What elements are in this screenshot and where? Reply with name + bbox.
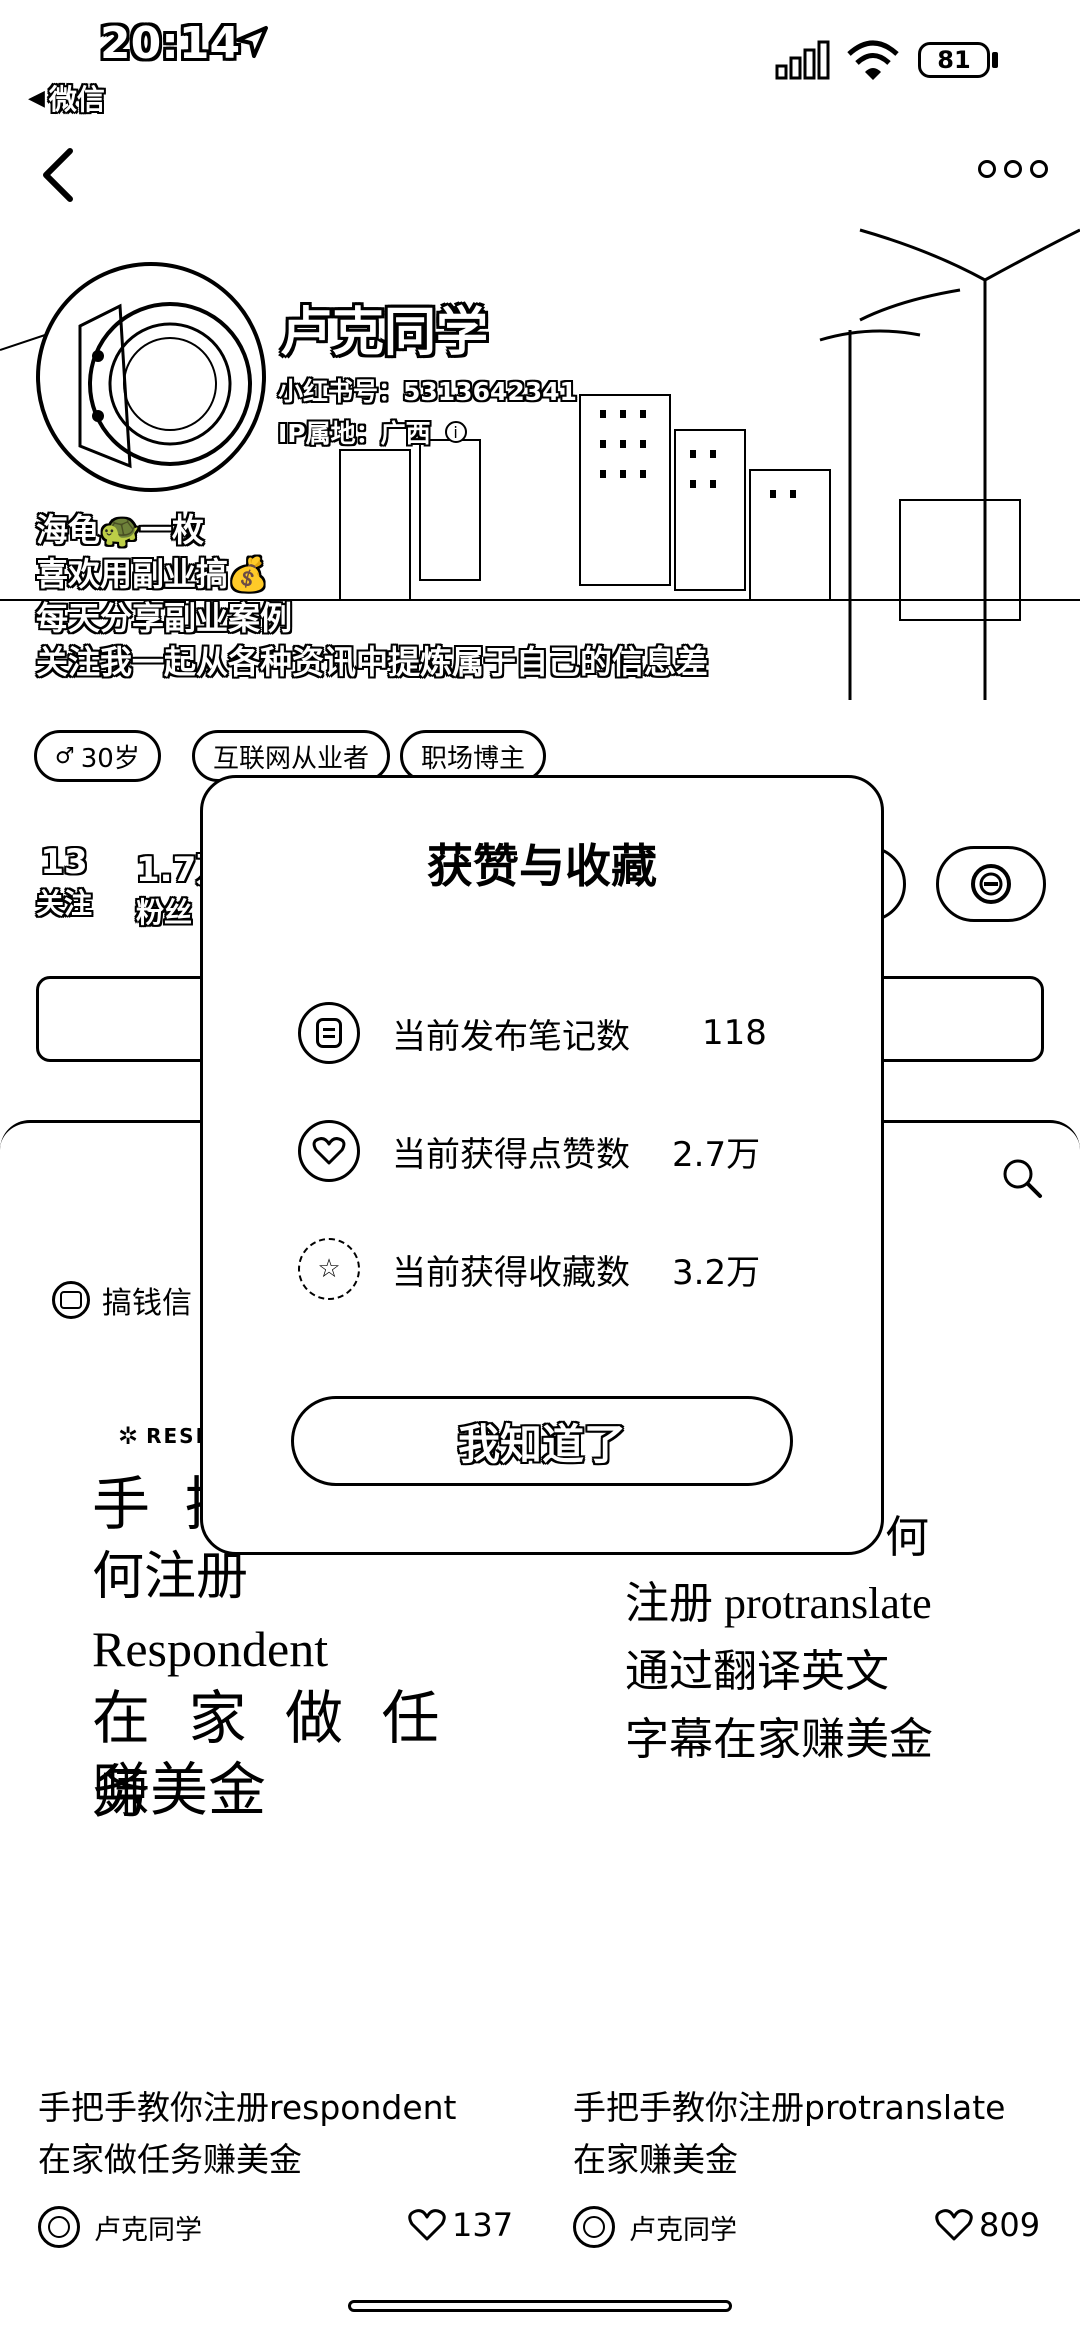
likes-collections-dialog: 获赞与收藏 当前发布笔记数 118 当前获得点赞数 2.7万 ☆ 当前获得收藏数…	[200, 775, 884, 1555]
location-arrow-icon	[236, 26, 268, 58]
stat-row-likes: 当前获得点赞数 2.7万	[298, 1116, 760, 1186]
stat-following[interactable]: 13 关注	[36, 842, 92, 922]
note-icon	[298, 1002, 360, 1064]
card-likes-right[interactable]: 809	[935, 2206, 1040, 2244]
ip-location: IP属地：广西	[278, 419, 431, 448]
author-avatar	[573, 2206, 615, 2248]
battery-cap	[992, 52, 998, 68]
back-to-wechat[interactable]: ◀ 微信	[28, 78, 105, 118]
avatar-image	[78, 302, 252, 469]
avatar[interactable]	[36, 262, 266, 492]
dialog-title: 获赞与收藏	[427, 839, 657, 893]
profile-id[interactable]: 小红书号：5313642341	[278, 372, 577, 408]
collection-chip[interactable]: 搞钱信	[52, 1278, 192, 1322]
heart-icon	[298, 1120, 360, 1182]
heart-icon	[935, 2209, 973, 2241]
respondent-logo-icon: ✲	[118, 1422, 141, 1450]
info-icon[interactable]: i	[444, 421, 467, 443]
search-icon[interactable]	[1000, 1156, 1044, 1200]
wifi-icon	[847, 40, 899, 80]
note-card-title-left[interactable]: 手把手教你注册respondent 在家做任务赚美金	[38, 2082, 508, 2186]
status-time: 20:14	[100, 18, 241, 69]
note-card-title-right[interactable]: 手把手教你注册protranslate 在家赚美金	[573, 2082, 1063, 2186]
star-icon: ☆	[298, 1238, 360, 1300]
back-triangle-icon: ◀	[28, 85, 45, 111]
back-chevron-icon[interactable]	[36, 145, 80, 205]
author-avatar	[38, 2206, 80, 2248]
male-icon: ♂	[55, 743, 75, 769]
profile-name: 卢克同学	[280, 303, 489, 363]
card-author-right[interactable]: 卢克同学	[573, 2206, 737, 2248]
stat-row-notes: 当前发布笔记数 118	[298, 998, 767, 1068]
acknowledge-button[interactable]: 我知道了	[291, 1396, 793, 1486]
card-author-left[interactable]: 卢克同学	[38, 2206, 202, 2248]
battery-indicator: 81	[918, 42, 990, 78]
chat-icon	[971, 864, 1011, 904]
tag-age: ♂ 30岁	[34, 730, 161, 782]
more-options-icon[interactable]	[978, 160, 1048, 178]
signal-icon	[775, 40, 830, 80]
card-likes-left[interactable]: 137	[408, 2206, 513, 2244]
profile-bio: 海龟🐢一枚 喜欢用副业搞💰 每天分享副业案例 关注我一起从各种资讯中提炼属于自己…	[36, 511, 709, 681]
brand-logo: ✲ RESP	[118, 1422, 213, 1450]
message-button[interactable]	[936, 846, 1046, 922]
heart-icon	[408, 2209, 446, 2241]
stat-row-collections: ☆ 当前获得收藏数 3.2万	[298, 1234, 760, 1304]
collection-icon	[52, 1281, 90, 1319]
home-indicator	[348, 2300, 732, 2312]
